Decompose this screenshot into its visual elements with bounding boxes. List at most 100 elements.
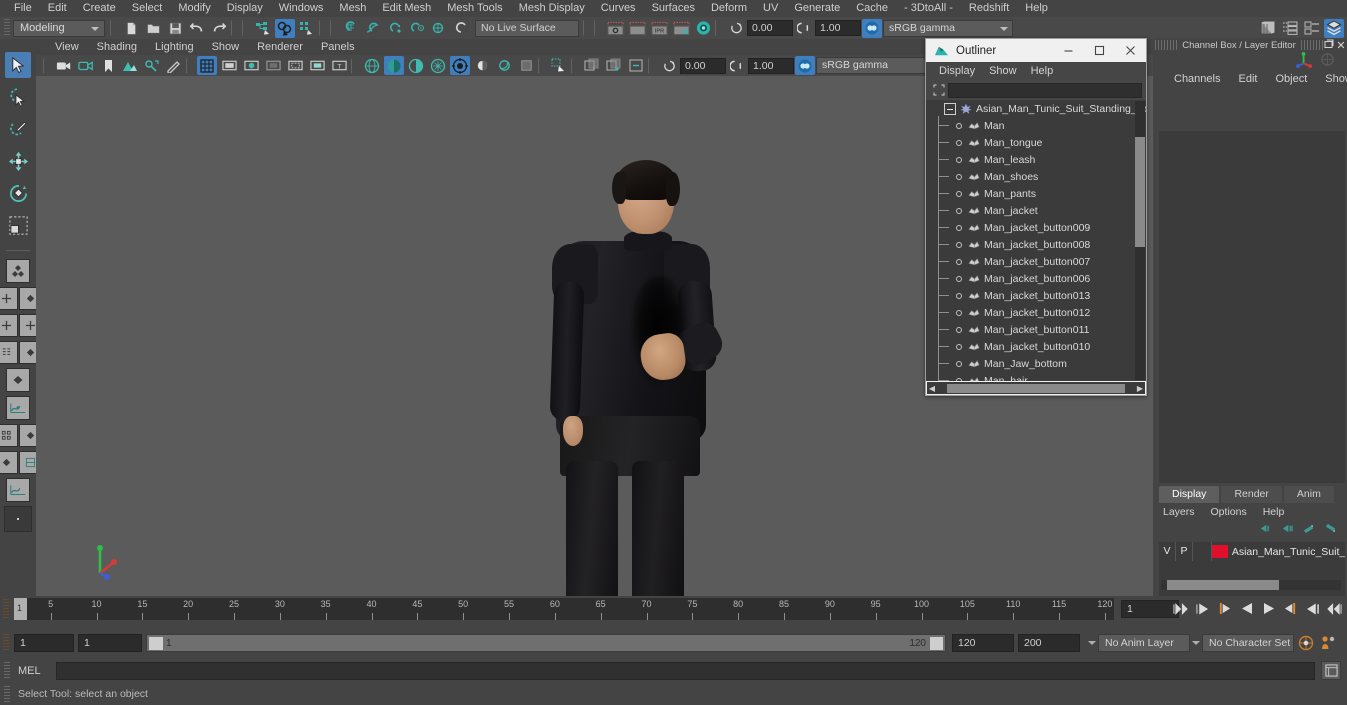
show-hide-attribute-editor-icon[interactable] — [1280, 19, 1300, 38]
layout-quad-tile[interactable] — [0, 287, 18, 310]
rotate-tool-button[interactable] — [5, 180, 31, 206]
viewport-gamma-field[interactable]: 1.00 — [748, 57, 794, 74]
paint-select-tool-button[interactable] — [5, 116, 31, 142]
layout-outliner-tile[interactable] — [0, 341, 18, 364]
menu-3dtoall[interactable]: - 3DtoAll - — [896, 0, 961, 17]
layout-outliner-persp-graph-button[interactable] — [6, 478, 30, 502]
menu-help[interactable]: Help — [1017, 0, 1056, 17]
undo-icon[interactable] — [187, 19, 207, 38]
outliner-expand-dot[interactable] — [956, 258, 962, 265]
outliner-expand-dot[interactable] — [956, 360, 962, 367]
select-by-hierarchy-icon[interactable] — [253, 19, 273, 38]
viewport-menu-view[interactable]: View — [46, 39, 88, 55]
outliner-expand-dot[interactable] — [956, 139, 962, 146]
safe-action-icon[interactable] — [307, 56, 327, 75]
camera-attributes-icon[interactable] — [76, 56, 96, 75]
outliner-item-man_jacket_button012[interactable]: Man_jacket_button012 — [926, 303, 1146, 321]
divider[interactable] — [242, 20, 251, 36]
new-scene-icon[interactable] — [121, 19, 141, 38]
bookmark-icon[interactable] — [98, 56, 118, 75]
layout-persp-only-button[interactable] — [6, 368, 30, 392]
outliner-expand-dot[interactable] — [956, 207, 962, 214]
viewport-color-management-icon[interactable] — [795, 56, 815, 75]
outliner-item-man_shoes[interactable]: Man_shoes — [926, 167, 1146, 185]
menu-surfaces[interactable]: Surfaces — [644, 0, 703, 17]
divider[interactable] — [231, 20, 240, 36]
shaded-wireframe-icon[interactable] — [406, 56, 426, 75]
shadows-icon[interactable] — [472, 56, 492, 75]
viewport-menu-show[interactable]: Show — [203, 39, 249, 55]
range-handle-right[interactable] — [930, 637, 943, 650]
menu-generate[interactable]: Generate — [786, 0, 848, 17]
smooth-shade-all-icon[interactable] — [384, 56, 404, 75]
move-tool-button[interactable] — [5, 148, 31, 174]
outliner-item-man_jaw_bottom[interactable]: Man_Jaw_bottom — [926, 354, 1146, 372]
snap-to-grid-icon[interactable] — [341, 19, 361, 38]
outliner-title-bar[interactable]: Outliner — [926, 39, 1146, 62]
layer-type-cell[interactable] — [1193, 542, 1212, 561]
live-surface-field[interactable]: No Live Surface — [475, 19, 579, 37]
divider[interactable] — [330, 20, 339, 36]
render-settings-icon[interactable] — [671, 19, 691, 38]
xray-joints-icon[interactable] — [604, 56, 624, 75]
divider[interactable] — [648, 57, 657, 74]
play-backwards-icon[interactable] — [1238, 599, 1255, 618]
two-d-pan-zoom-icon[interactable] — [142, 56, 162, 75]
divider[interactable] — [319, 20, 328, 36]
film-origin-icon[interactable] — [285, 56, 305, 75]
channel-box-content[interactable] — [1159, 131, 1345, 483]
layout-single-perspective-button[interactable] — [6, 259, 30, 283]
command-input[interactable] — [56, 661, 1315, 680]
search-scope-icon[interactable] — [930, 82, 948, 98]
layer-list-scroll-thumb[interactable] — [1167, 580, 1279, 590]
menu-file[interactable]: File — [6, 0, 40, 17]
ipr-render-icon[interactable] — [627, 19, 647, 38]
gate-mask-icon[interactable] — [263, 56, 283, 75]
menu-modify[interactable]: Modify — [170, 0, 218, 17]
outliner-horizontal-scrollbar[interactable]: ◀ ▶ — [927, 382, 1145, 394]
outliner-menu-show[interactable]: Show — [982, 62, 1024, 80]
divider[interactable] — [43, 57, 52, 74]
hypershade-icon[interactable] — [693, 19, 713, 38]
layout-persp-tile-4[interactable] — [0, 451, 18, 474]
layout-hypershade-tile[interactable] — [0, 424, 18, 447]
divider[interactable] — [715, 20, 724, 36]
time-cursor[interactable]: 1 — [14, 598, 27, 620]
redo-icon[interactable] — [209, 19, 229, 38]
viewport-exposure-reset-icon[interactable] — [659, 56, 679, 75]
isolate-select-icon[interactable] — [549, 56, 569, 75]
xray-active-components-icon[interactable] — [626, 56, 646, 75]
divider[interactable] — [594, 20, 603, 36]
snap-to-projected-center-icon[interactable] — [407, 19, 427, 38]
open-scene-icon[interactable] — [143, 19, 163, 38]
time-slider-grip[interactable] — [3, 599, 9, 619]
animation-preferences-icon[interactable] — [1320, 635, 1336, 654]
menu-curves[interactable]: Curves — [593, 0, 644, 17]
make-live-icon[interactable] — [451, 19, 471, 38]
layout-persp-graph-button[interactable] — [6, 396, 30, 420]
menu-mesh[interactable]: Mesh — [331, 0, 374, 17]
outliner-tree[interactable]: Asian_Man_Tunic_Suit_Standing_Po Man Man_… — [926, 100, 1146, 381]
layer-list-horizontal-scrollbar[interactable] — [1161, 580, 1341, 590]
object-menu[interactable]: Object — [1266, 70, 1316, 89]
outliner-vertical-scroll-thumb[interactable] — [1135, 137, 1145, 247]
status-line-grip[interactable] — [4, 19, 10, 37]
divider[interactable] — [538, 57, 547, 74]
show-hide-channel-box-icon[interactable] — [1324, 18, 1344, 38]
options-menu[interactable]: Options — [1211, 506, 1263, 518]
menu-edit[interactable]: Edit — [40, 0, 75, 17]
menu-cache[interactable]: Cache — [848, 0, 896, 17]
outliner-item-man_jacket_button010[interactable]: Man_jacket_button010 — [926, 337, 1146, 355]
image-plane-icon[interactable] — [120, 56, 140, 75]
outliner-item-man_jacket_button008[interactable]: Man_jacket_button008 — [926, 235, 1146, 253]
scale-tool-button[interactable] — [5, 212, 31, 238]
menu-create[interactable]: Create — [75, 0, 124, 17]
menu-select[interactable]: Select — [124, 0, 171, 17]
tab-display[interactable]: Display — [1159, 486, 1220, 503]
divider[interactable] — [351, 57, 360, 74]
viewport-menu-shading[interactable]: Shading — [88, 39, 146, 55]
render-current-frame-icon[interactable] — [605, 19, 625, 38]
animation-start-field[interactable]: 1 — [14, 634, 74, 652]
color-space-selector[interactable]: sRGB gamma — [883, 19, 1013, 37]
scroll-left-icon[interactable]: ◀ — [927, 384, 937, 393]
